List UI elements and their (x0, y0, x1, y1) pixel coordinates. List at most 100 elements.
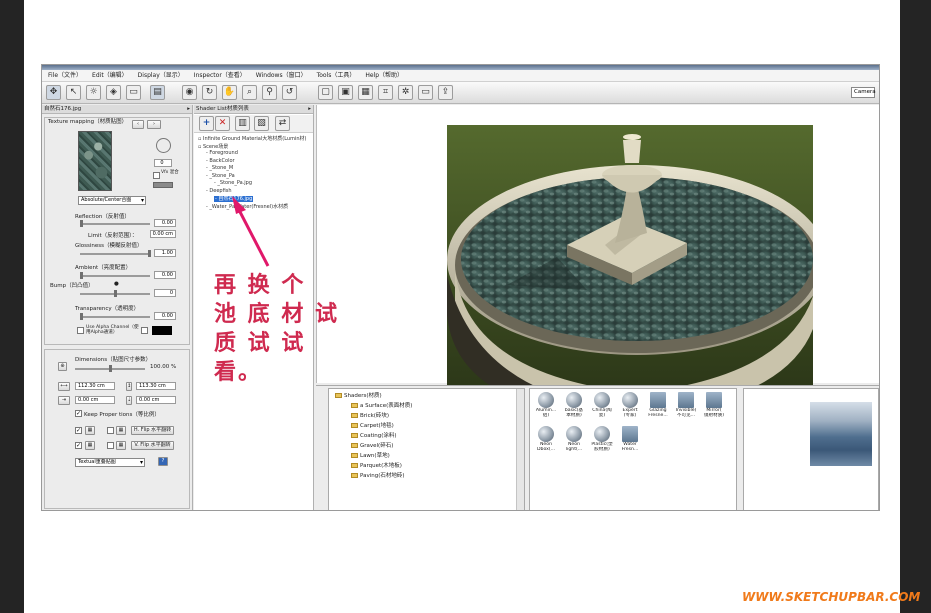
menu-item[interactable]: Tools（工具） (317, 70, 356, 81)
library-category-item[interactable]: Brick(砖块) (351, 411, 389, 419)
shader-tree-item[interactable]: - _Stone_Pa.jpg (214, 180, 252, 186)
dimensions-reset-button[interactable]: ⊕ (58, 362, 67, 371)
move-tool-icon[interactable]: ✥ (46, 85, 61, 100)
glossiness-slider[interactable] (80, 250, 151, 257)
tile-v2-checkbox[interactable] (107, 442, 114, 449)
shader-thumbnail[interactable]: Neon Dbox(... (534, 426, 558, 452)
menu-item[interactable]: Windows（窗口） (256, 70, 307, 81)
tile-h-checkbox[interactable]: ✓ (75, 427, 82, 434)
keep-proportions-checkbox[interactable]: ✓ (75, 410, 82, 417)
library-scrollbar[interactable] (516, 389, 524, 510)
menu-item[interactable]: Help（帮助） (365, 70, 403, 81)
tile-h2-checkbox[interactable] (107, 427, 114, 434)
library-category-item[interactable]: Paving(石材地砖) (351, 471, 405, 479)
angle-input[interactable]: 0 (154, 159, 172, 167)
display-tool-icon[interactable]: ▭ (126, 85, 141, 100)
load-shader-icon[interactable]: ▥ (235, 116, 250, 131)
height-input[interactable]: 113.30 cm (136, 382, 176, 390)
next-texture-button[interactable]: › (147, 120, 161, 129)
viewport-icon[interactable]: ▢ (318, 85, 333, 100)
offset-x-input[interactable]: 0.00 cm (75, 396, 115, 404)
refresh-shader-icon[interactable]: ⇄ (275, 116, 290, 131)
alpha-channel-checkbox[interactable] (77, 327, 84, 334)
shader-thumbnail[interactable]: Plastic(塑 胶材质) (590, 426, 614, 452)
texture-thumbnail[interactable] (78, 131, 112, 191)
prev-texture-button[interactable]: ‹ (132, 120, 144, 129)
shader-tree-item[interactable]: - Foreground (206, 150, 238, 156)
object-tool-icon[interactable]: ◈ (106, 85, 121, 100)
transparency-slider[interactable] (80, 313, 150, 320)
library-category-item[interactable]: Parquet(木地板) (351, 461, 402, 469)
shader-tree-item[interactable]: - _Water_Pa Water(Fresnel)水材质 (206, 203, 288, 210)
help-icon[interactable]: ? (158, 457, 168, 466)
shader-thumbnail[interactable]: basic(基 本材质) (562, 392, 586, 418)
library-category-item[interactable]: a Surface(表面材质) (351, 401, 412, 409)
shader-tree-item[interactable]: - BackColor (206, 158, 235, 164)
width-input[interactable]: 112.30 cm (75, 382, 115, 390)
library-category-item[interactable]: Lawn(草地) (351, 451, 390, 459)
ambient-input[interactable]: 0.00 (154, 271, 176, 279)
reset-view-icon[interactable]: ↺ (282, 85, 297, 100)
alpha-color-checkbox[interactable] (141, 327, 148, 334)
shader-tree-item[interactable]: - Deepfish (206, 188, 232, 194)
walk-icon[interactable]: ⚲ (262, 85, 277, 100)
shader-options-icon[interactable]: ▧ (254, 116, 269, 131)
shader-tree-item[interactable]: - _Stone_Pa (206, 173, 235, 179)
library-category-item[interactable]: Carpet(地毯) (351, 421, 394, 429)
glossiness-input[interactable]: 1.00 (154, 249, 176, 257)
tile-v-checkbox[interactable]: ✓ (75, 442, 82, 449)
shader-thumbnail[interactable]: Alumin... 铝) (534, 392, 558, 418)
transparency-input[interactable]: 0.00 (154, 312, 176, 320)
shader-thumbnail[interactable]: Invisible(不可见... (674, 392, 698, 418)
reflection-slider[interactable] (80, 220, 150, 227)
render-icon[interactable]: ▣ (338, 85, 353, 100)
menu-item[interactable]: File（文件） (48, 70, 82, 81)
delete-shader-icon[interactable]: ✕ (215, 116, 230, 131)
shader-thumbnail[interactable]: China(陶 瓷) (590, 392, 614, 418)
bump-slider[interactable] (80, 290, 150, 297)
placement-dropdown[interactable]: Textual重叠贴图 (75, 458, 145, 467)
shader-thumbnail[interactable]: Neon light(... (562, 426, 586, 452)
shader-tree-item[interactable]: - _Stone_M (206, 165, 233, 171)
crop-icon[interactable]: ⌗ (378, 85, 393, 100)
h-flip-button[interactable]: H. Flip 水平翻转 (131, 426, 174, 435)
shader-thumbnail[interactable]: Water Fresn... (618, 426, 642, 452)
export-icon[interactable]: ⇪ (438, 85, 453, 100)
alpha-color-swatch[interactable] (152, 326, 172, 335)
tint-color-swatch[interactable] (153, 182, 173, 188)
window-icon[interactable]: ▭ (418, 85, 433, 100)
library-category-item[interactable]: Coating(涂料) (351, 431, 397, 439)
library-category-item[interactable]: Gravel(碎石) (351, 441, 393, 449)
menu-item[interactable]: Display（显示） (138, 70, 184, 81)
panel-toggle-icon[interactable]: ▤ (150, 85, 165, 100)
select-tool-icon[interactable]: ↖ (66, 85, 81, 100)
menu-item[interactable]: Edit（编辑） (92, 70, 128, 81)
mapping-dropdown[interactable]: Absolute/Center合图 (78, 196, 146, 205)
settings-icon[interactable]: ✲ (398, 85, 413, 100)
rotation-dial-icon[interactable] (156, 138, 171, 153)
light-tool-icon[interactable]: ☼ (86, 85, 101, 100)
menu-item[interactable]: Inspector（查看） (194, 70, 246, 81)
camera-select[interactable]: Camera (851, 87, 876, 98)
orbit-icon[interactable]: ◉ (182, 85, 197, 100)
shader-tree-item[interactable]: ▫ Infinite Ground Material大地材质(Lumin材) (198, 135, 306, 142)
library-root-item[interactable]: Shaders(材质) (335, 391, 382, 399)
save-image-icon[interactable]: ▦ (358, 85, 373, 100)
dimensions-slider[interactable] (75, 365, 145, 372)
offset-y-input[interactable]: 0.00 cm (136, 396, 176, 404)
pan-icon[interactable]: ✋ (222, 85, 237, 100)
shader-tree-item[interactable]: - 自然石176.jpg (214, 195, 254, 202)
rotate-icon[interactable]: ↻ (202, 85, 217, 100)
shader-thumbnail[interactable]: Expert (专家) (618, 392, 642, 418)
reflection-input[interactable]: 0.00 (154, 219, 176, 227)
ambient-slider[interactable] (80, 272, 150, 279)
shader-thumbnail[interactable]: Mirror(镜射材质) (702, 392, 726, 418)
fountain-render-image[interactable] (447, 125, 813, 400)
add-shader-icon[interactable]: + (199, 116, 214, 131)
shader-tree-item[interactable]: ▫ Scene场景 (198, 143, 228, 150)
shader-thumbnail[interactable]: Glazing Fresne... (646, 392, 670, 418)
bump-input[interactable]: 0 (154, 289, 176, 297)
limit-input[interactable]: 0.00 cm (150, 230, 176, 238)
vfx-checkbox[interactable] (153, 172, 160, 179)
v-flip-button[interactable]: V. Flip 水平翻转 (131, 441, 174, 450)
